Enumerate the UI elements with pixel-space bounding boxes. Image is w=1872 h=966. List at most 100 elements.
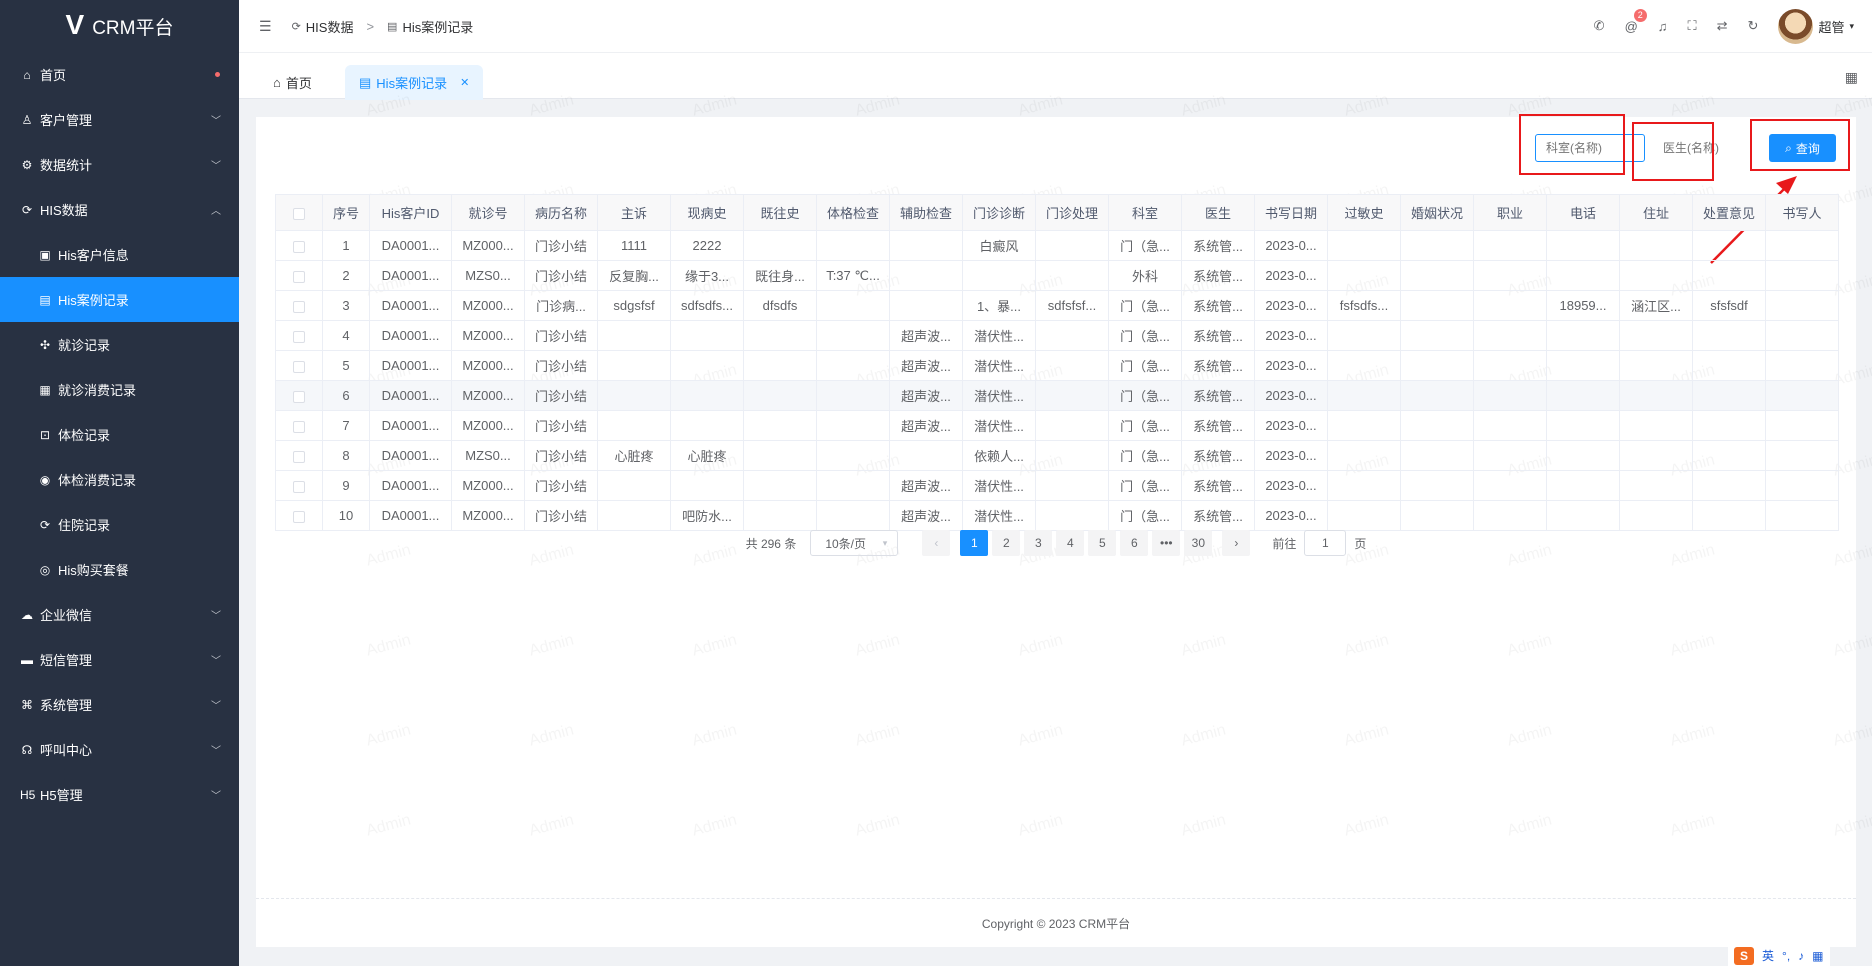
row-checkbox[interactable] bbox=[293, 420, 305, 433]
table-row[interactable]: 7 DA0001... MZ000... 门诊小结 超声波... 潜伏性... 门（急...… bbox=[275, 410, 1839, 441]
table-cell: 9 bbox=[322, 470, 370, 501]
refresh-icon[interactable]: ↻ bbox=[1748, 18, 1759, 34]
table-cell: 潜伏性... bbox=[962, 470, 1036, 501]
table-cell: MZ000... bbox=[451, 500, 525, 531]
prev-page-button[interactable]: ‹ bbox=[922, 530, 951, 556]
row-checkbox[interactable] bbox=[293, 450, 305, 463]
table-cell bbox=[1546, 410, 1620, 441]
avatar[interactable] bbox=[1778, 8, 1814, 44]
row-checkbox[interactable] bbox=[293, 390, 305, 403]
row-checkbox[interactable] bbox=[293, 270, 305, 283]
user-menu[interactable]: 超管 ▾ bbox=[1778, 8, 1854, 44]
grid-icon[interactable]: ▦ bbox=[1845, 69, 1858, 86]
microphone-icon[interactable]: ♪ bbox=[1798, 949, 1804, 963]
sidebar-item[interactable]: ☊ 呼叫中心 ﹀ bbox=[0, 727, 239, 772]
sidebar-item-label: 呼叫中心 bbox=[40, 743, 93, 758]
ime-language[interactable]: 英 bbox=[1762, 947, 1774, 964]
sidebar-item[interactable]: H5 H5管理 ﹀ bbox=[0, 772, 239, 817]
sidebar-item[interactable]: ▤ His案例记录 bbox=[0, 277, 239, 322]
at-icon[interactable]: @2 bbox=[1625, 8, 1647, 34]
sidebar-item[interactable]: ◉ 体检消费记录 bbox=[0, 457, 239, 502]
table-row[interactable]: 8 DA0001... MZS0... 门诊小结 心脏疼 心脏疼 依赖人... 门（急... 系… bbox=[275, 440, 1839, 471]
chevron-down-icon: ﹀ bbox=[211, 701, 221, 712]
punctuation-icon[interactable]: °, bbox=[1782, 949, 1790, 963]
table-cell bbox=[962, 260, 1036, 291]
sidebar-item-label: His购买套餐 bbox=[58, 563, 129, 578]
app-logo[interactable]: V CRM平台 bbox=[0, 0, 239, 52]
page-button[interactable]: 3 bbox=[1024, 530, 1053, 556]
tab-label: His案例记录 bbox=[376, 76, 448, 91]
table-row[interactable]: 5 DA0001... MZ000... 门诊小结 超声波... 潜伏性... 门（急...… bbox=[275, 350, 1839, 381]
table-cell bbox=[1619, 350, 1693, 381]
watermark-text: Admin bbox=[1831, 631, 1872, 660]
table-header-row: 序号 His客户ID 就诊号 病历名称 主诉 现病史 既往史 体格检查 辅助检查 门诊诊断 门诊处理… bbox=[275, 194, 1839, 231]
sidebar-item[interactable]: ⟳ HIS数据 ︿ bbox=[0, 187, 239, 232]
row-checkbox[interactable] bbox=[293, 240, 305, 253]
row-checkbox[interactable] bbox=[293, 360, 305, 373]
row-checkbox[interactable] bbox=[293, 300, 305, 313]
table-cell: 系统管... bbox=[1181, 380, 1255, 411]
page-size-select[interactable]: 10条/页 ▾ bbox=[810, 530, 899, 556]
table-cell: 6 bbox=[322, 380, 370, 411]
table-row[interactable]: 3 DA0001... MZ000... 门诊病... sdgsfsf sdfsdfs..… bbox=[275, 290, 1839, 321]
sidebar-item[interactable]: ⚙ 数据统计 ﹀ bbox=[0, 142, 239, 187]
table-row[interactable]: 6 DA0001... MZ000... 门诊小结 超声波... 潜伏性... 门（急...… bbox=[275, 380, 1839, 411]
table-cell: 3 bbox=[322, 290, 370, 321]
chevron-down-icon: ▾ bbox=[1849, 20, 1854, 31]
table-row[interactable]: 2 DA0001... MZS0... 门诊小结 反复胸... 缘于3... 既往身... T… bbox=[275, 260, 1839, 291]
table-row[interactable]: 1 DA0001... MZ000... 门诊小结 1111 2222 白癜风 门（急... 系… bbox=[275, 230, 1839, 261]
page-button[interactable]: 6 bbox=[1120, 530, 1149, 556]
select-all-checkbox[interactable] bbox=[293, 207, 305, 220]
sidebar-item[interactable]: ⟳ 住院记录 bbox=[0, 502, 239, 547]
more-pages-button[interactable]: ••• bbox=[1152, 530, 1181, 556]
table-cell: 门（急... bbox=[1108, 290, 1182, 321]
page-button[interactable]: 1 bbox=[960, 530, 989, 556]
settings-icon: ⌘ bbox=[21, 697, 33, 712]
page-button[interactable]: 5 bbox=[1088, 530, 1117, 556]
table-cell: 门诊小结 bbox=[524, 260, 598, 291]
row-checkbox[interactable] bbox=[293, 330, 305, 343]
table-cell bbox=[1327, 440, 1401, 471]
table-cell bbox=[1473, 230, 1547, 261]
translate-icon[interactable]: ⇄ bbox=[1717, 18, 1728, 34]
row-checkbox[interactable] bbox=[293, 510, 305, 523]
table-row[interactable]: 9 DA0001... MZ000... 门诊小结 超声波... 潜伏性... 门（急...… bbox=[275, 470, 1839, 501]
sidebar-item[interactable]: ◎ His购买套餐 bbox=[0, 547, 239, 592]
table-cell: 超声波... bbox=[889, 470, 963, 501]
tab-home[interactable]: ⌂ 首页 bbox=[259, 65, 326, 100]
sidebar-item[interactable]: ♙ 客户管理 ﹀ bbox=[0, 97, 239, 142]
next-page-button[interactable]: › bbox=[1222, 530, 1251, 556]
page-list: 1 2 3 4 5 6 ••• 30 bbox=[958, 530, 1214, 556]
sidebar-item[interactable]: ▣ His客户信息 bbox=[0, 232, 239, 277]
sidebar-item[interactable]: ▦ 就诊消费记录 bbox=[0, 367, 239, 412]
table-cell bbox=[1327, 230, 1401, 261]
row-checkbox[interactable] bbox=[293, 480, 305, 493]
table-row[interactable]: 10 DA0001... MZ000... 门诊小结 吧防水... 超声波... 潜伏性..… bbox=[275, 500, 1839, 531]
sidebar-item[interactable]: ✣ 就诊记录 bbox=[0, 322, 239, 367]
goto-page-input[interactable]: 1 bbox=[1304, 530, 1347, 556]
tab-his-case-records[interactable]: ▤ His案例记录 ✕ bbox=[345, 65, 484, 100]
sidebar-item[interactable]: ▬ 短信管理 ﹀ bbox=[0, 637, 239, 682]
sidebar-item-label: 住院记录 bbox=[58, 518, 111, 533]
sidebar-item[interactable]: ⊡ 体检记录 bbox=[0, 412, 239, 457]
page-button[interactable]: 30 bbox=[1184, 530, 1213, 556]
sogou-logo-icon[interactable]: S bbox=[1734, 946, 1754, 965]
table-cell: 2023-0... bbox=[1254, 230, 1328, 261]
breadcrumb-item[interactable]: HIS数据 bbox=[306, 17, 354, 36]
sidebar-item[interactable]: ⌘ 系统管理 ﹀ bbox=[0, 682, 239, 727]
table-row[interactable]: 4 DA0001... MZ000... 门诊小结 超声波... 潜伏性... 门（急...… bbox=[275, 320, 1839, 351]
close-icon[interactable]: ✕ bbox=[460, 76, 469, 89]
header-toolbar: ✆ @2 ♫ ⛶ ⇄ ↻ 超管 ▾ bbox=[1594, 0, 1854, 52]
page-button[interactable]: 2 bbox=[992, 530, 1021, 556]
page-button[interactable]: 4 bbox=[1056, 530, 1085, 556]
table-cell bbox=[1619, 500, 1693, 531]
phone-icon[interactable]: ✆ bbox=[1594, 18, 1605, 34]
keyboard-icon[interactable]: ▦ bbox=[1812, 949, 1823, 963]
sidebar-item[interactable]: ⌂ 首页 bbox=[0, 52, 239, 97]
menu-collapse-icon[interactable]: ☰ bbox=[259, 18, 272, 35]
fullscreen-icon[interactable]: ⛶ bbox=[1688, 18, 1697, 34]
bell-icon[interactable]: ♫ bbox=[1658, 19, 1668, 34]
sidebar-item[interactable]: ☁ 企业微信 ﹀ bbox=[0, 592, 239, 637]
message-icon: ▬ bbox=[21, 652, 33, 667]
watermark-text: Admin bbox=[1179, 811, 1227, 840]
